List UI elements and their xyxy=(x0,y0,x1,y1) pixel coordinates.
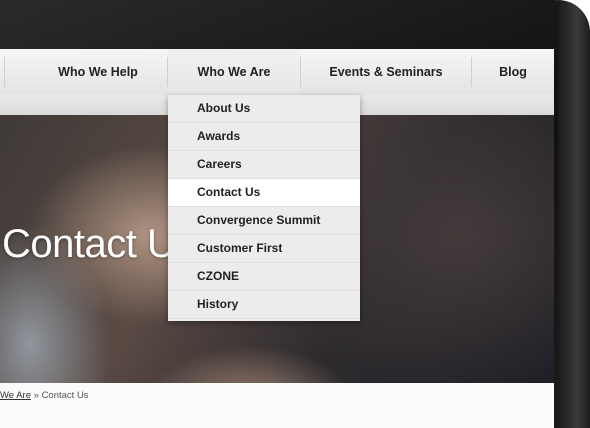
menu-item-about-us[interactable]: About Us xyxy=(168,95,360,123)
breadcrumb: We Are » Contact Us xyxy=(0,390,89,401)
nav-item-events-seminars[interactable]: Events & Seminars xyxy=(301,49,471,95)
browser-screen: Who We Help Who We Are Events & Seminars… xyxy=(0,49,554,428)
breadcrumb-separator: » xyxy=(33,390,39,401)
menu-item-history[interactable]: History xyxy=(168,291,360,319)
nav-separator xyxy=(4,57,5,87)
who-we-are-dropdown-menu: About Us Awards Careers Contact Us Conve… xyxy=(168,95,360,321)
breadcrumb-area: We Are » Contact Us xyxy=(0,383,554,428)
nav-item-who-we-are[interactable]: Who We Are xyxy=(168,49,300,95)
menu-item-convergence-summit[interactable]: Convergence Summit xyxy=(168,207,360,235)
nav-item-who-we-help[interactable]: Who We Help xyxy=(30,49,166,95)
hero-title: Contact U xyxy=(2,222,176,266)
main-navigation: Who We Help Who We Are Events & Seminars… xyxy=(0,49,554,96)
laptop-bezel-edge xyxy=(558,0,590,428)
menu-item-czone[interactable]: CZONE xyxy=(168,263,360,291)
menu-item-careers[interactable]: Careers xyxy=(168,151,360,179)
menu-item-customer-first[interactable]: Customer First xyxy=(168,235,360,263)
menu-item-awards[interactable]: Awards xyxy=(168,123,360,151)
breadcrumb-link-who-we-are[interactable]: We Are xyxy=(0,390,31,401)
menu-item-contact-us[interactable]: Contact Us xyxy=(168,179,360,207)
nav-item-blog[interactable]: Blog xyxy=(472,49,554,95)
breadcrumb-current: Contact Us xyxy=(41,390,89,401)
